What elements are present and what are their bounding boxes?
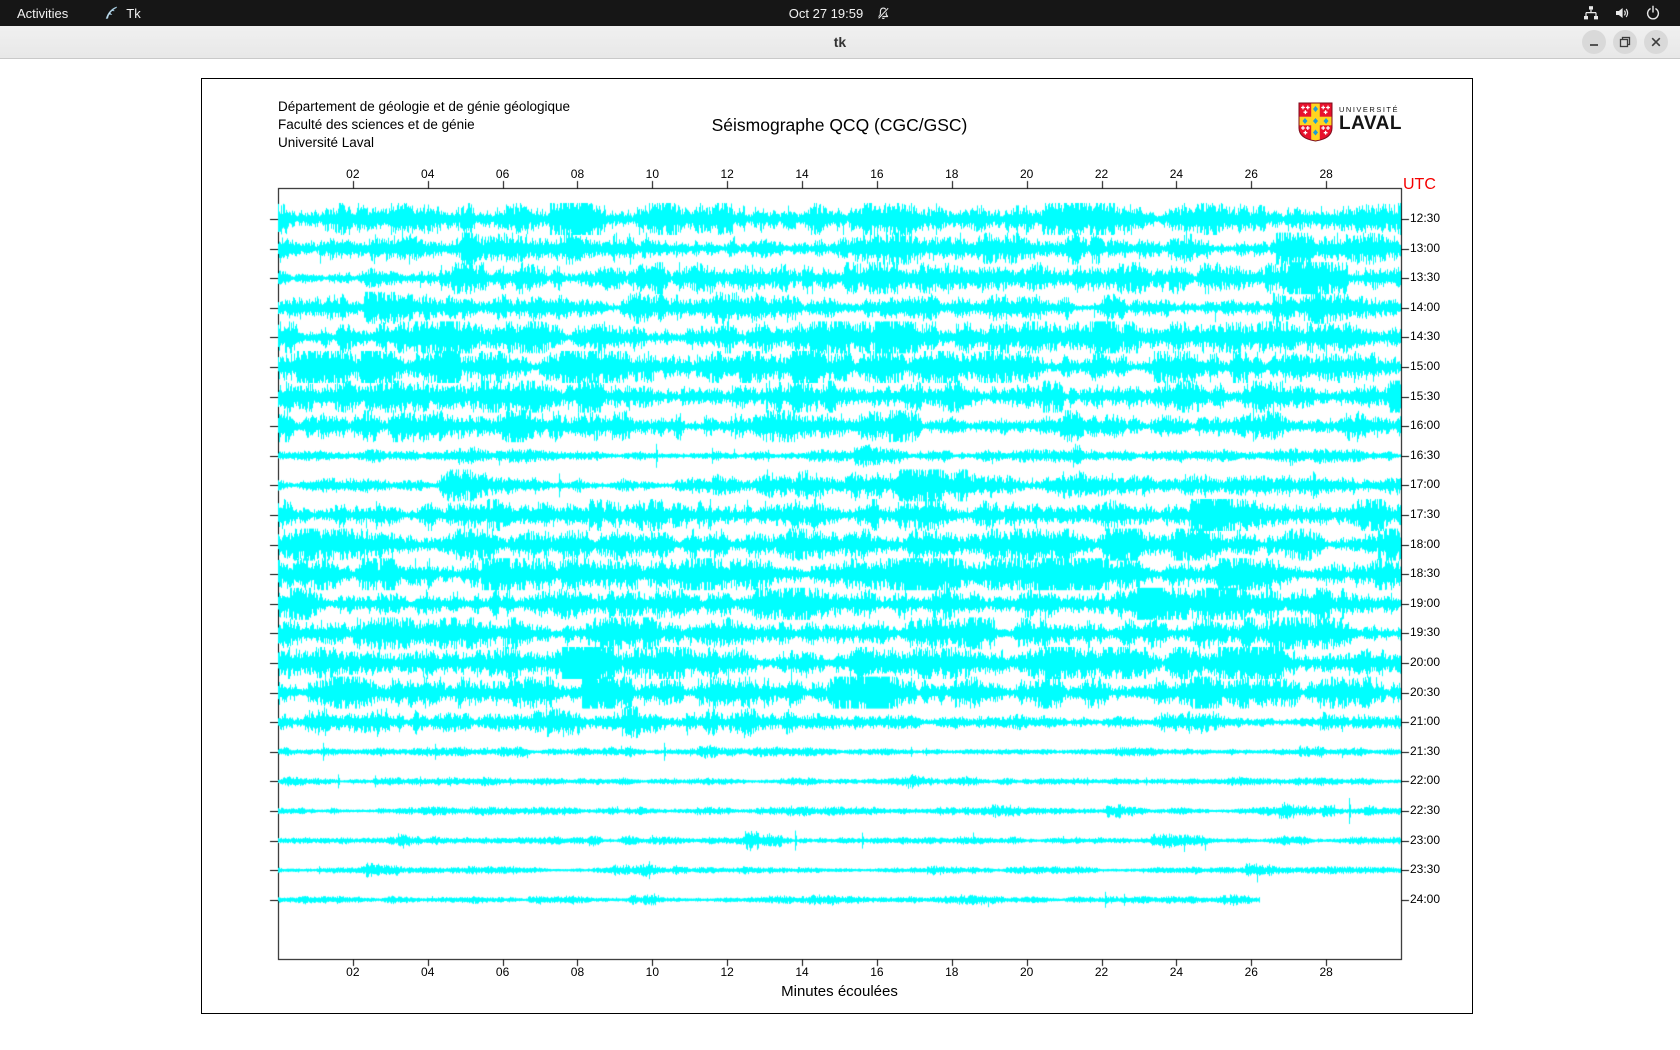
bottom-tick-label: 22: [1088, 965, 1116, 979]
bottom-tick-label: 26: [1237, 965, 1265, 979]
focused-app-label: Tk: [126, 6, 140, 21]
tk-icon: [102, 5, 119, 22]
top-tick-label: 22: [1088, 167, 1116, 181]
bottom-tick-label: 06: [489, 965, 517, 979]
utc-time-label: 18:30: [1410, 566, 1440, 580]
utc-axis-label: UTC: [1403, 176, 1436, 194]
top-tick-label: 02: [339, 167, 367, 181]
header-line-3: Université Laval: [278, 134, 570, 152]
top-tick-label: 12: [713, 167, 741, 181]
x-axis-title: Minutes écoulées: [278, 983, 1401, 1000]
top-tick-label: 16: [863, 167, 891, 181]
utc-time-label: 15:30: [1410, 389, 1440, 403]
utc-time-label: 14:00: [1410, 300, 1440, 314]
top-tick-label: 28: [1312, 167, 1340, 181]
clock-label: Oct 27 19:59: [789, 6, 863, 21]
top-tick-label: 26: [1237, 167, 1265, 181]
utc-time-label: 24:00: [1410, 892, 1440, 906]
utc-time-label: 13:00: [1410, 241, 1440, 255]
bottom-tick-label: 24: [1162, 965, 1190, 979]
top-tick-label: 14: [788, 167, 816, 181]
bottom-tick-label: 02: [339, 965, 367, 979]
close-button[interactable]: [1644, 30, 1668, 54]
bottom-tick-label: 14: [788, 965, 816, 979]
network-icon: [1583, 5, 1599, 21]
universite-laval-logo: UNIVERSITÉ LAVAL: [1298, 102, 1402, 142]
utc-time-label: 23:00: [1410, 833, 1440, 847]
top-tick-label: 04: [414, 167, 442, 181]
top-tick-label: 06: [489, 167, 517, 181]
seismogram-canvas: [202, 79, 1472, 1013]
utc-time-label: 18:00: [1410, 537, 1440, 551]
focused-app-indicator[interactable]: Tk: [102, 5, 140, 22]
utc-time-label: 12:30: [1410, 211, 1440, 225]
clock-button[interactable]: Oct 27 19:59: [789, 0, 891, 26]
top-tick-label: 20: [1013, 167, 1041, 181]
utc-time-label: 13:30: [1410, 270, 1440, 284]
utc-time-label: 21:00: [1410, 714, 1440, 728]
system-tray[interactable]: [1583, 0, 1680, 26]
minimize-icon: [1586, 34, 1602, 50]
bottom-tick-label: 10: [638, 965, 666, 979]
top-tick-label: 08: [563, 167, 591, 181]
maximize-button[interactable]: [1613, 30, 1637, 54]
volume-icon: [1614, 5, 1630, 21]
maximize-icon: [1617, 34, 1633, 50]
window-titlebar[interactable]: tk: [0, 26, 1680, 59]
plot-title: Séismographe QCQ (CGC/GSC): [278, 115, 1401, 136]
window-content: Département de géologie et de génie géol…: [0, 59, 1680, 1050]
utc-time-label: 22:00: [1410, 773, 1440, 787]
utc-time-label: 15:00: [1410, 359, 1440, 373]
utc-time-label: 19:00: [1410, 596, 1440, 610]
gnome-top-bar: Activities Tk Oct 27 19:59: [0, 0, 1680, 26]
window-title: tk: [0, 26, 1680, 58]
bottom-tick-label: 18: [938, 965, 966, 979]
utc-time-label: 20:00: [1410, 655, 1440, 669]
header-line-1: Département de géologie et de génie géol…: [278, 98, 570, 116]
top-tick-label: 24: [1162, 167, 1190, 181]
bottom-tick-label: 08: [563, 965, 591, 979]
utc-time-label: 23:30: [1410, 862, 1440, 876]
utc-time-label: 16:00: [1410, 418, 1440, 432]
utc-time-label: 14:30: [1410, 329, 1440, 343]
laval-shield-icon: [1298, 102, 1333, 142]
bottom-tick-label: 12: [713, 965, 741, 979]
bottom-tick-label: 28: [1312, 965, 1340, 979]
minimize-button[interactable]: [1582, 30, 1606, 54]
utc-time-label: 20:30: [1410, 685, 1440, 699]
seismograph-plot: Département de géologie et de génie géol…: [201, 78, 1473, 1014]
utc-time-label: 19:30: [1410, 625, 1440, 639]
utc-time-label: 17:30: [1410, 507, 1440, 521]
power-icon: [1645, 5, 1661, 21]
bottom-tick-label: 20: [1013, 965, 1041, 979]
logo-text-laval: LAVAL: [1339, 115, 1402, 132]
utc-time-label: 22:30: [1410, 803, 1440, 817]
activities-button[interactable]: Activities: [17, 6, 68, 21]
top-tick-label: 10: [638, 167, 666, 181]
notifications-disabled-icon: [876, 6, 891, 21]
bottom-tick-label: 04: [414, 965, 442, 979]
desktop: Activities Tk Oct 27 19:59: [0, 0, 1680, 1050]
top-tick-label: 18: [938, 167, 966, 181]
utc-time-label: 17:00: [1410, 477, 1440, 491]
bottom-tick-label: 16: [863, 965, 891, 979]
utc-time-label: 21:30: [1410, 744, 1440, 758]
utc-time-label: 16:30: [1410, 448, 1440, 462]
close-icon: [1648, 34, 1664, 50]
